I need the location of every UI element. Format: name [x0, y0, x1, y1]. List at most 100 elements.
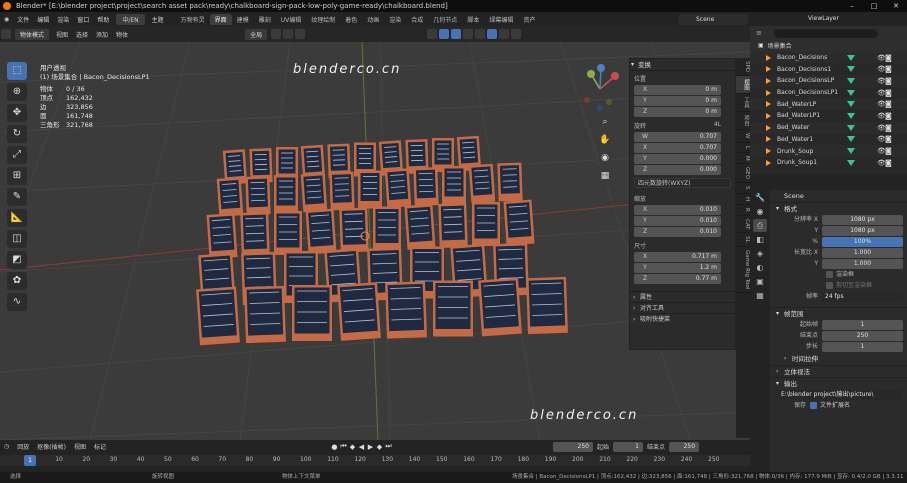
dimensions-z-field[interactable]: Z 0.77 m [634, 274, 721, 284]
next-key-icon[interactable]: ◆ [375, 443, 384, 451]
eye-icon[interactable]: 👁 [877, 159, 886, 167]
location-x-field[interactable]: X0 m [634, 85, 721, 95]
outliner-search[interactable] [773, 28, 878, 38]
dimensions-x-field[interactable]: X 0.717 m [634, 252, 721, 262]
render-camera-icon[interactable]: ◙ [885, 77, 893, 85]
timeline-editor-icon[interactable]: ◷ [0, 443, 13, 450]
tab-geo[interactable]: GEO [736, 164, 750, 184]
tab-sl[interactable]: SL [736, 233, 750, 247]
scale-tool-icon[interactable]: ⤢ [7, 146, 27, 164]
outliner-item[interactable]: Bed_Water 👁 ◙ [750, 121, 907, 134]
shading-render-icon[interactable] [511, 29, 522, 39]
overlay-toggle-icon[interactable] [451, 29, 462, 39]
eye-icon[interactable]: 👁 [877, 112, 886, 120]
output-props-icon[interactable]: ⎙ [753, 219, 767, 232]
menu-file[interactable]: 文件 [13, 15, 33, 24]
maximize-button[interactable]: □ [863, 0, 885, 12]
navigation-gizmo[interactable] [575, 64, 625, 114]
render-camera-icon[interactable]: ◙ [885, 65, 893, 73]
menu-window[interactable]: 窗口 [73, 15, 93, 24]
zoom-icon[interactable]: ⌕ [598, 115, 612, 129]
render-camera-icon[interactable]: ◙ [885, 112, 893, 120]
eye-icon[interactable]: 👁 [877, 54, 886, 62]
frame-step-field[interactable]: 1 [822, 342, 903, 352]
prev-key-icon[interactable]: ◆ [348, 443, 357, 451]
frame-end-field[interactable]: 250 [822, 331, 903, 341]
blender-menu-icon[interactable]: ◉ [0, 16, 13, 23]
menu-render[interactable]: 渲染 [53, 15, 73, 24]
tab-s[interactable]: S [736, 183, 750, 194]
visibility-icon[interactable] [427, 29, 438, 39]
eye-icon[interactable]: 👁 [877, 124, 886, 132]
tab-workspace-layout[interactable]: 界面 [209, 13, 232, 25]
menu-edit[interactable]: 编辑 [33, 15, 53, 24]
render-camera-icon[interactable]: ◙ [885, 147, 893, 155]
menu-help[interactable]: 帮助 [93, 15, 113, 24]
frame-start-field[interactable]: 1 [822, 320, 903, 330]
file-extension-checkbox[interactable] [810, 402, 817, 409]
time-stretch-panel-header[interactable]: 时间拉伸 [770, 353, 907, 365]
output-panel-header[interactable]: 输出 [770, 377, 907, 389]
tab-workspace-rendering[interactable]: 渲染 [384, 14, 406, 25]
snap-icon[interactable] [283, 29, 294, 39]
snap-menu-section[interactable]: 吸附快捷菜 [630, 313, 735, 324]
transform-tool-icon[interactable]: ⊞ [7, 167, 27, 185]
scale-x-field[interactable]: X 0.010 [634, 205, 721, 215]
render-props-icon[interactable]: ◉ [753, 205, 767, 218]
playhead[interactable]: 1 [24, 455, 36, 466]
curve-tool-icon[interactable]: ∿ [7, 293, 27, 311]
tab-workspace-0[interactable]: 万物有灵 [176, 14, 210, 25]
play-reverse-icon[interactable]: ◀ [357, 443, 366, 451]
gizmo-toggle-icon[interactable] [439, 29, 450, 39]
xray-icon[interactable] [463, 29, 474, 39]
rotation-z-field[interactable]: Z 0.000 [634, 165, 721, 175]
pivot-icon[interactable] [271, 29, 282, 39]
language-toggle-button[interactable]: 中/EN [116, 13, 145, 25]
format-panel-header[interactable]: 格式 [770, 202, 907, 214]
paint-tool-icon[interactable]: ✿ [7, 272, 27, 290]
outliner-item[interactable]: Bacon_DecisionsLP1 👁 ◙ [750, 87, 907, 99]
tab-workspace-scripting[interactable]: 脚本 [462, 14, 484, 25]
outliner-item[interactable]: Bacon_DecisionsLP 👁 ◙ [750, 75, 907, 87]
shading-material-icon[interactable] [499, 29, 510, 39]
menu-select[interactable]: 选择 [72, 30, 92, 39]
record-icon[interactable]: ● [330, 443, 339, 451]
resolution-y-field[interactable]: 1080 px [822, 226, 903, 236]
texture-props-icon[interactable]: ▦ [753, 289, 767, 302]
resolution-percent-slider[interactable]: 100% [822, 237, 903, 247]
world-props-icon[interactable]: ◐ [753, 261, 767, 274]
frame-range-panel-header[interactable]: 帧范围 [770, 307, 907, 319]
stereoscopy-panel-header[interactable]: 立体视法 [770, 365, 907, 377]
minimize-button[interactable]: – [841, 0, 863, 12]
crop-region-checkbox[interactable]: 剪切至渲染框 [774, 281, 903, 291]
scale-y-field[interactable]: Y 0.010 [634, 216, 721, 226]
output-path-field[interactable]: E:\blender project\输出\picture\ [778, 390, 903, 400]
measure-tool-icon[interactable]: 📐 [7, 209, 27, 227]
render-camera-icon[interactable]: ◙ [885, 135, 893, 143]
tab-workspace-assets[interactable]: 资产 [518, 14, 540, 25]
rotation-lock-mode[interactable]: 4L [714, 121, 721, 130]
render-camera-icon[interactable]: ◙ [885, 89, 893, 97]
proportional-icon[interactable] [295, 29, 306, 39]
view-layer-props-icon[interactable]: ◧ [753, 233, 767, 246]
tab-workspace-texture[interactable]: 纹理绘制 [306, 14, 340, 25]
rotation-w-field[interactable]: W 0.707 [634, 132, 721, 142]
render-camera-icon[interactable]: ◙ [885, 54, 893, 62]
rotate-tool-icon[interactable]: ↻ [7, 125, 27, 143]
menu-object[interactable]: 物体 [112, 30, 132, 39]
rotation-mode-dropdown[interactable]: 四元数旋转(WXYZ) [634, 178, 731, 188]
tab-workspace-animation[interactable]: 动画 [362, 14, 384, 25]
rotation-x-field[interactable]: X 0.707 [634, 143, 721, 153]
outliner-item[interactable]: Drunk_Soup 👁 ◙ [750, 145, 907, 157]
aspect-y-field[interactable]: 1.000 [822, 259, 903, 269]
current-frame-field[interactable]: 250 [552, 441, 593, 452]
move-tool-icon[interactable]: ✥ [7, 104, 27, 122]
outliner-item[interactable]: Bad_WaterLP 👁 ◙ [750, 98, 907, 111]
timeline-end-field[interactable]: 250 [669, 441, 700, 452]
rotation-y-field[interactable]: Y 0.000 [634, 154, 721, 164]
eye-icon[interactable]: 👁 [877, 77, 886, 85]
tool-props-icon[interactable]: 🔧 [753, 191, 767, 204]
tab-item[interactable]: 项目 [736, 112, 750, 131]
tab-workspace-geonodes[interactable]: 几何节点 [428, 14, 462, 25]
extra-tool-icon[interactable]: ◩ [7, 251, 27, 269]
